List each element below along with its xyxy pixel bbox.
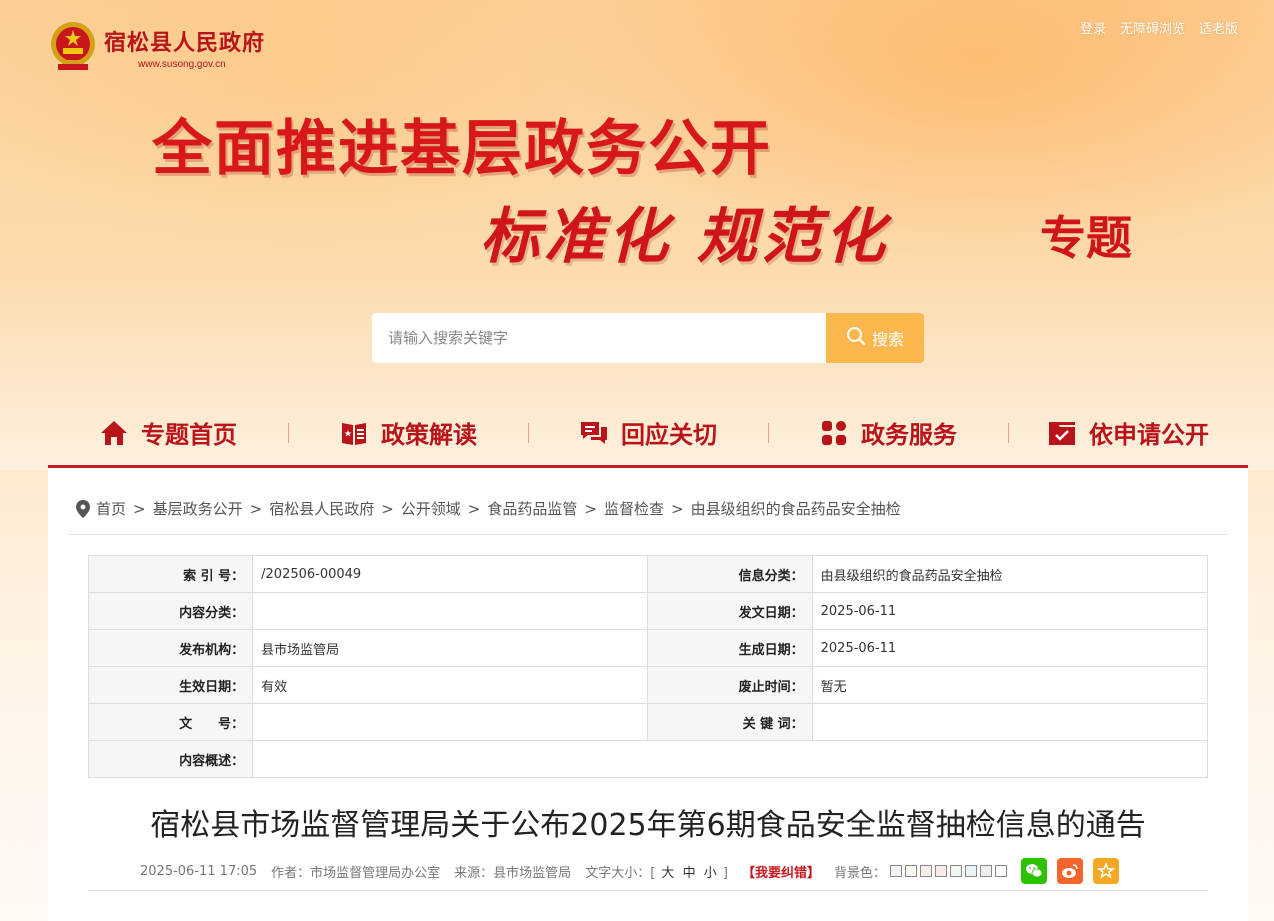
breadcrumb-item[interactable]: 基层政务公开 (153, 498, 243, 519)
elderly-mode-link[interactable]: 适老版 (1199, 18, 1238, 37)
report-error-link[interactable]: 【我要纠错】 (742, 862, 820, 881)
nav-item-home[interactable]: 专题首页 (48, 399, 288, 467)
article-source: 来源：县市场监管局 (454, 865, 572, 881)
breadcrumb-item[interactable]: 食品药品监管 (487, 498, 577, 519)
nav-item-response[interactable]: 回应关切 (528, 399, 768, 467)
article-author: 作者：市场监督管理局办公室 (271, 865, 441, 881)
breadcrumb-current[interactable]: 由县级组织的食品药品安全抽检 (691, 498, 901, 519)
home-icon (99, 418, 129, 448)
content-panel: 首页 > 基层政务公开 > 宿松县人民政府 > 公开领域 > 食品药品监管 > … (48, 468, 1248, 921)
nav-label: 政策解读 (381, 421, 477, 449)
meta-label: 内容分类： (87, 592, 254, 630)
article-info-bar: 2025-06-11 17:05 作者：市场监督管理局办公室 来源：县市场监管局… (140, 858, 1129, 884)
search-button-label: 搜索 (871, 330, 904, 349)
login-link[interactable]: 登录 (1080, 18, 1106, 37)
meta-value: 2025-06-11 (811, 592, 1209, 630)
metadata-table: 索 引 号： /202506-00049 信息分类： 由县级组织的食品药品安全抽… (87, 555, 1209, 778)
meta-value (252, 703, 649, 741)
table-row: 发布机构： 县市场监管局 生成日期： 2025-06-11 (87, 629, 1209, 667)
meta-value: 2025-06-11 (811, 629, 1209, 667)
nav-item-apply[interactable]: 依申请公开 (1008, 399, 1248, 467)
font-size-small-button[interactable]: 小 (704, 866, 717, 881)
bg-color-swatch[interactable] (904, 865, 917, 877)
breadcrumb-item[interactable]: 公开领域 (401, 498, 461, 519)
national-emblem-icon (48, 20, 98, 74)
search-input[interactable] (372, 313, 826, 363)
grid-icon (819, 418, 849, 448)
breadcrumb-item[interactable]: 监督检查 (604, 498, 664, 519)
main-nav: 专题首页 政策解读 回应关切 政务服务 依申请公开 (48, 400, 1248, 468)
meta-label: 信息分类： (647, 555, 813, 593)
divider (88, 890, 1208, 891)
meta-value: /202506-00049 (252, 555, 649, 593)
chat-icon (579, 418, 609, 448)
table-row: 内容概述： (87, 740, 1208, 778)
meta-value: 县市场监管局 (252, 629, 649, 667)
nav-item-service[interactable]: 政务服务 (768, 399, 1008, 467)
breadcrumb-home[interactable]: 首页 (96, 498, 126, 519)
nav-label: 专题首页 (141, 421, 237, 449)
banner-slogan-calligraphy: 标准化 规范化 (480, 202, 889, 272)
bg-color-swatch[interactable] (994, 865, 1007, 877)
meta-label: 发布机构： (87, 629, 254, 667)
meta-value: 有效 (252, 666, 649, 704)
nav-label: 政务服务 (861, 421, 957, 449)
bg-color-swatch[interactable] (889, 865, 902, 877)
table-row: 生效日期： 有效 废止时间： 暂无 (87, 666, 1209, 704)
meta-value (811, 703, 1209, 741)
publish-datetime: 2025-06-11 17:05 (140, 863, 258, 879)
top-links: 登录 无障碍浏览 适老版 (1080, 18, 1238, 37)
meta-label: 废止时间： (647, 666, 813, 704)
banner-slogan-main: 全面推进基层政务公开 (152, 114, 772, 184)
site-logo[interactable]: 宿松县人民政府 www.susong.gov.cn (48, 20, 265, 74)
table-row: 文 号： 关 键 词： (87, 703, 1209, 741)
table-row: 索 引 号： /202506-00049 信息分类： 由县级组织的食品药品安全抽… (87, 555, 1209, 593)
favorite-button[interactable] (1092, 858, 1119, 884)
favorite-icon (1096, 862, 1115, 879)
meta-label: 发文日期： (647, 592, 813, 630)
meta-label: 关 键 词： (647, 703, 813, 741)
wechat-icon (1025, 864, 1043, 878)
bg-color-swatch[interactable] (964, 865, 977, 877)
meta-label: 内容概述： (87, 740, 254, 778)
meta-value (252, 740, 1208, 778)
divider (68, 534, 1228, 535)
meta-value: 暂无 (811, 666, 1209, 704)
bg-color-swatches (889, 865, 1007, 877)
table-row: 内容分类： 发文日期： 2025-06-11 (87, 592, 1209, 630)
book-icon (339, 418, 369, 448)
search-button[interactable]: 搜索 (826, 313, 924, 363)
meta-value (252, 592, 649, 630)
article-title: 宿松县市场监督管理局关于公布2025年第6期食品安全监督抽检信息的通告 (150, 808, 1146, 843)
nav-label: 依申请公开 (1089, 421, 1209, 449)
accessibility-link[interactable]: 无障碍浏览 (1120, 18, 1185, 37)
weibo-icon (1061, 864, 1078, 878)
nav-label: 回应关切 (621, 421, 717, 449)
search-bar: 搜索 (372, 313, 924, 363)
location-pin-icon (76, 499, 90, 518)
font-size-large-button[interactable]: 大 (661, 866, 674, 881)
bg-color-swatch[interactable] (949, 865, 962, 877)
bg-color-control: 背景色： (834, 862, 1007, 881)
font-size-medium-button[interactable]: 中 (683, 866, 696, 881)
site-name: 宿松县人民政府 (104, 29, 266, 56)
meta-label: 文 号： (87, 703, 254, 741)
meta-label: 生成日期： (647, 629, 813, 667)
breadcrumb-item[interactable]: 宿松县人民政府 (269, 498, 374, 519)
meta-label: 索 引 号： (87, 555, 254, 593)
meta-value: 由县级组织的食品药品安全抽检 (811, 555, 1209, 593)
banner-slogan-topic: 专题 (1040, 211, 1132, 265)
wechat-share-button[interactable] (1020, 858, 1047, 884)
site-url: www.susong.gov.cn (138, 58, 226, 70)
bg-color-swatch[interactable] (919, 865, 932, 877)
weibo-share-button[interactable] (1056, 858, 1083, 884)
folder-check-icon (1047, 418, 1077, 448)
nav-item-policy[interactable]: 政策解读 (288, 399, 528, 467)
meta-label: 生效日期： (87, 666, 254, 704)
bg-color-swatch[interactable] (934, 865, 947, 877)
font-size-control: 文字大小：[ 大 中 小 ] (585, 865, 728, 881)
breadcrumb: 首页 > 基层政务公开 > 宿松县人民政府 > 公开领域 > 食品药品监管 > … (76, 498, 901, 519)
bg-color-swatch[interactable] (979, 865, 992, 877)
search-icon (846, 326, 866, 350)
